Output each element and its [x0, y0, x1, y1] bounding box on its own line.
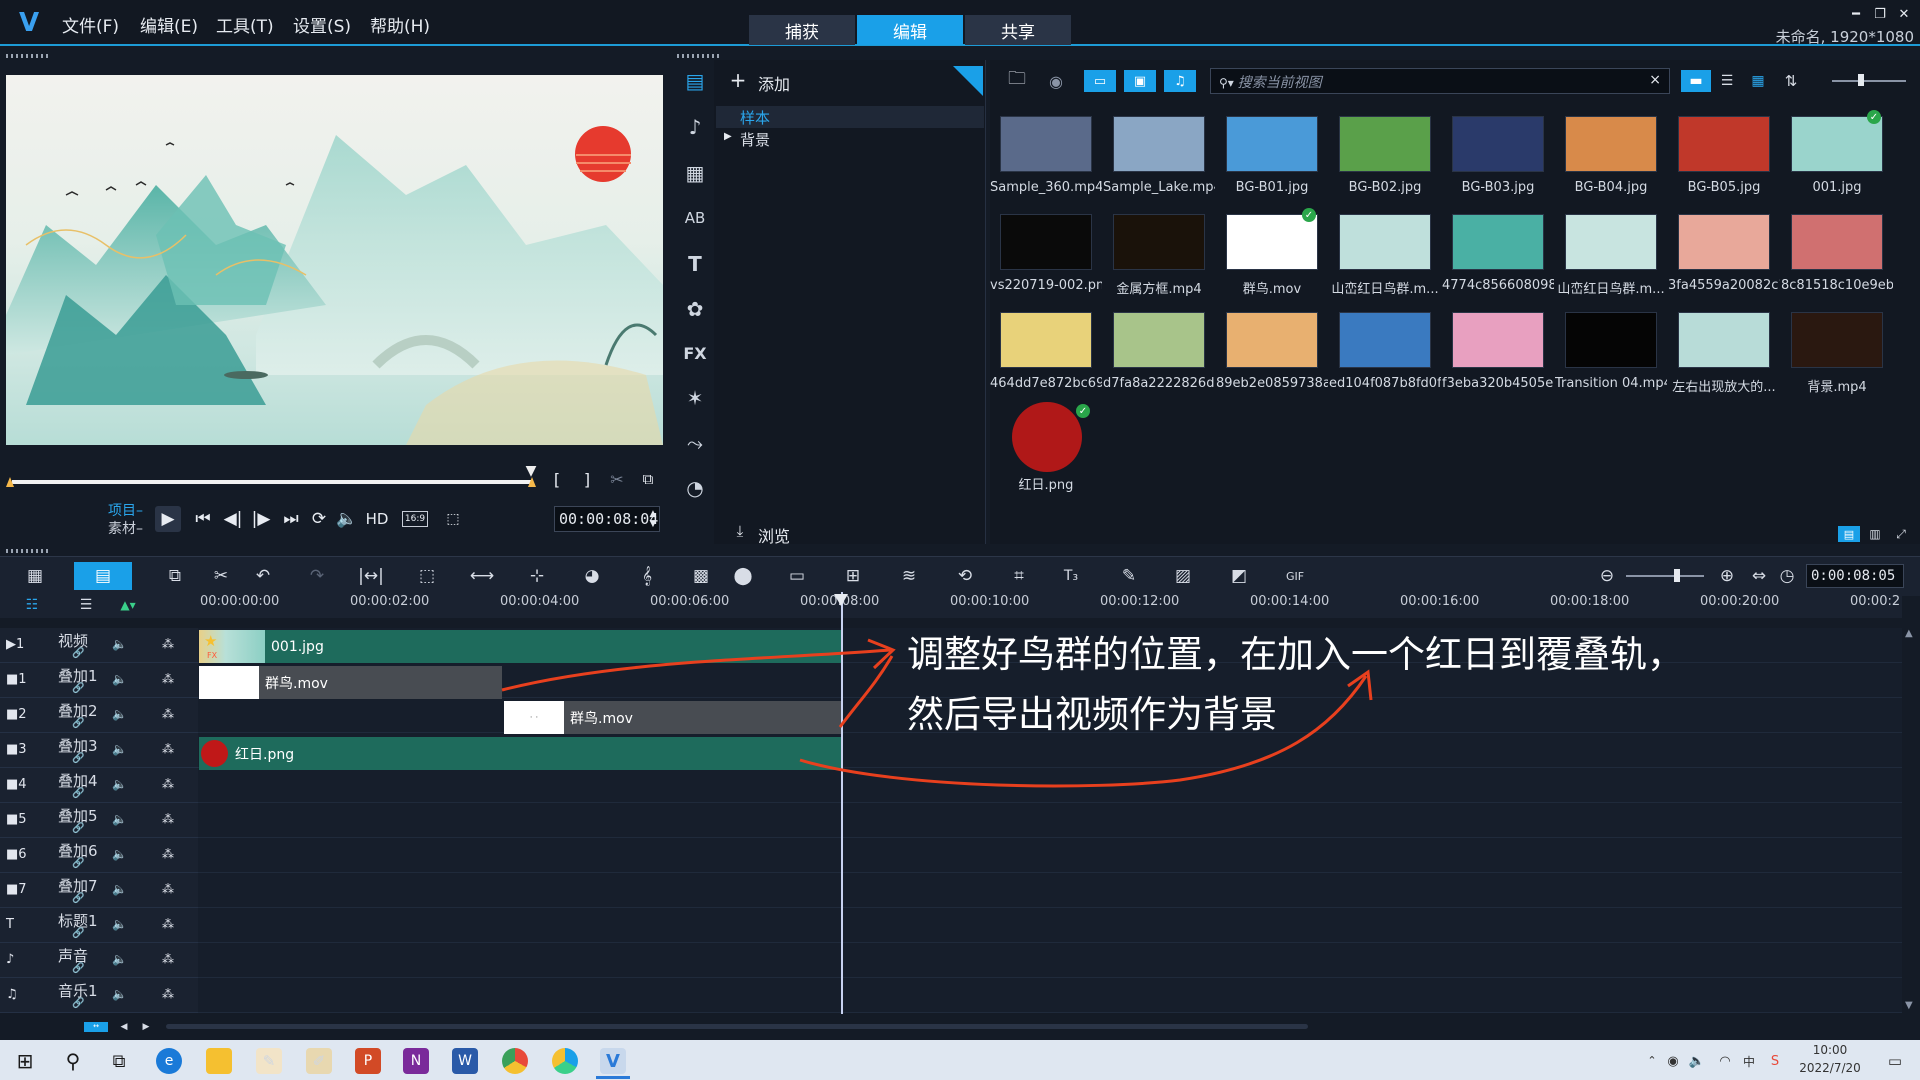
- task-view-icon[interactable]: ⧉: [106, 1048, 132, 1074]
- start-icon[interactable]: ⊞: [12, 1048, 38, 1074]
- videostudio-icon[interactable]: V: [600, 1048, 626, 1074]
- tray-app-icon[interactable]: ◉: [1664, 1052, 1682, 1070]
- paint-app-icon[interactable]: ✎: [256, 1048, 282, 1074]
- search-taskbar-icon[interactable]: ⚲: [60, 1048, 86, 1074]
- speaker-icon[interactable]: 🔈: [1688, 1052, 1706, 1070]
- windows-taskbar: [0, 1040, 1920, 1080]
- paint3d-app-icon[interactable]: ✐: [306, 1048, 332, 1074]
- taskbar-time[interactable]: 10:00: [1792, 1043, 1868, 1057]
- edge-icon[interactable]: e: [156, 1048, 182, 1074]
- powerpoint-icon[interactable]: P: [355, 1048, 381, 1074]
- annotation-line-1: 调整好鸟群的位置，在加入一个红日到覆叠轨，: [907, 633, 1684, 676]
- notification-icon[interactable]: ▭: [1884, 1050, 1906, 1072]
- annotation-arrows: [501, 638, 1373, 788]
- horizontal-scrollbar[interactable]: [166, 1024, 1308, 1029]
- track-scroll-icon[interactable]: ↔: [84, 1022, 108, 1032]
- browser-icon[interactable]: [552, 1048, 578, 1074]
- chrome-icon[interactable]: [502, 1048, 528, 1074]
- scroll-left-icon[interactable]: ◀: [118, 1019, 130, 1035]
- taskbar-date[interactable]: 2022/7/20: [1792, 1061, 1868, 1075]
- wifi-icon[interactable]: ◠: [1716, 1052, 1734, 1070]
- file-explorer-icon[interactable]: [206, 1048, 232, 1074]
- input-method-icon[interactable]: S: [1766, 1052, 1784, 1070]
- ime-icon[interactable]: 中: [1740, 1052, 1758, 1070]
- vertical-scrollbar[interactable]: ▲ ▼: [1902, 628, 1918, 1014]
- scroll-right-icon[interactable]: ▶: [140, 1019, 152, 1035]
- tray-expand-icon[interactable]: ⌃: [1644, 1052, 1660, 1068]
- word-icon[interactable]: W: [452, 1048, 478, 1074]
- onenote-icon[interactable]: N: [403, 1048, 429, 1074]
- active-app-indicator: [596, 1076, 630, 1079]
- annotation-line-2: 然后导出视频作为背景: [907, 693, 1277, 736]
